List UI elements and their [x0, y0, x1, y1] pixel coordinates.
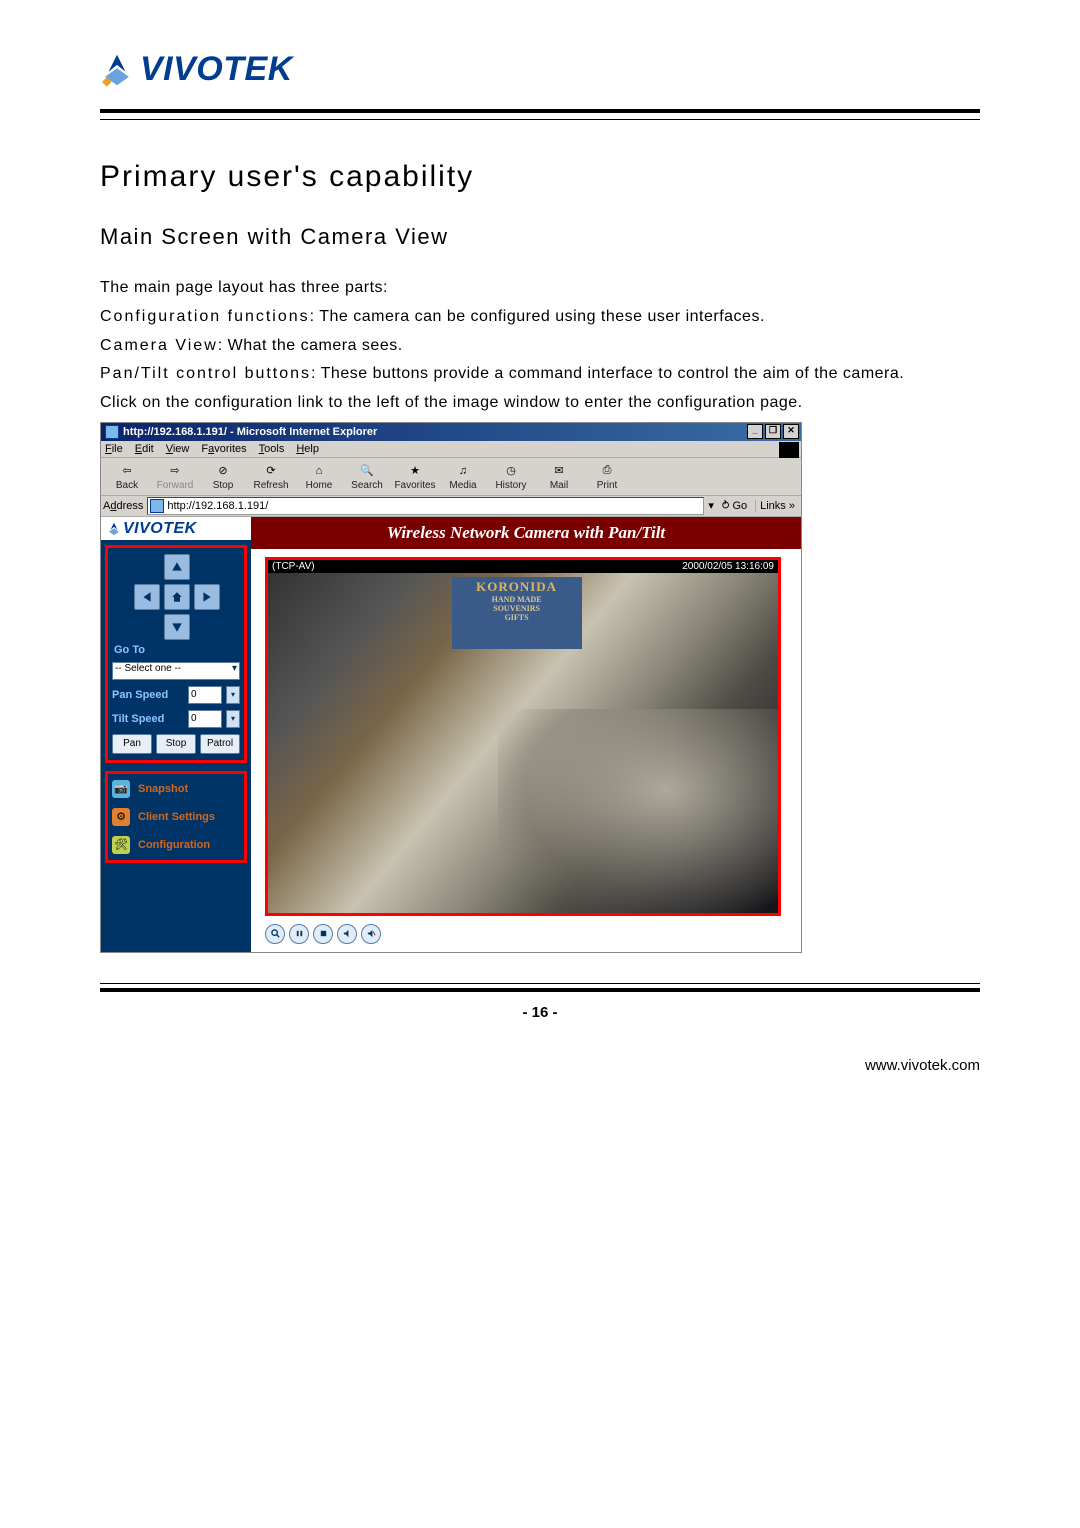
goto-label: Go To [112, 644, 145, 656]
address-bar: Address http://192.168.1.191/ ▾ ⥁ Go Lin… [101, 496, 801, 517]
address-input[interactable]: http://192.168.1.191/ [147, 497, 704, 515]
gear-icon: ⚙ [112, 808, 130, 826]
page-heading: Primary user's capability [100, 160, 980, 194]
patrol-button[interactable]: Patrol [200, 734, 240, 754]
favorites-button[interactable]: ★Favorites [393, 460, 437, 493]
video-protocol: (TCP-AV) [272, 561, 315, 572]
paragraph: The main page layout has three parts: [100, 274, 980, 303]
divider [100, 983, 980, 984]
ie-throbber-icon [779, 442, 799, 458]
chevron-down-icon[interactable]: ▾ [226, 686, 240, 704]
browser-screenshot: http://192.168.1.191/ - Microsoft Intern… [100, 422, 802, 953]
home-position-button[interactable] [164, 584, 190, 610]
divider [100, 988, 980, 992]
divider [100, 119, 980, 120]
paragraph: Configuration functions: The camera can … [100, 303, 980, 332]
pan-right-button[interactable] [194, 584, 220, 610]
pause-icon[interactable] [289, 924, 309, 944]
camera-sidebar: VIVOTEK Go To [101, 517, 251, 952]
back-button[interactable]: ⇦Back [105, 460, 149, 493]
refresh-button[interactable]: ⟳Refresh [249, 460, 293, 493]
camera-page-title: Wireless Network Camera with Pan/Tilt [251, 517, 801, 549]
menu-help[interactable]: Help [296, 443, 319, 455]
menu-favorites[interactable]: Favorites [201, 443, 246, 455]
menu-bar: File Edit View Favorites Tools Help [101, 441, 801, 458]
tilt-up-button[interactable] [164, 554, 190, 580]
mail-button[interactable]: ✉Mail [537, 460, 581, 493]
paragraph: Camera View: What the camera sees. [100, 332, 980, 361]
address-url: http://192.168.1.191/ [167, 500, 268, 512]
pan-speed-label: Pan Speed [112, 689, 184, 701]
brand-text: VIVOTEK [140, 50, 293, 89]
address-label: Address [103, 500, 143, 512]
volume-icon[interactable] [337, 924, 357, 944]
media-button[interactable]: ♫Media [441, 460, 485, 493]
address-dropdown-icon[interactable]: ▾ [708, 499, 714, 512]
config-links-panel: 📷 Snapshot ⚙ Client Settings 🛠 Configura… [105, 771, 247, 863]
forward-button[interactable]: ⇨Forward [153, 460, 197, 493]
toolbar: ⇦Back ⇨Forward ⊘Stop ⟳Refresh ⌂Home 🔍Sea… [101, 458, 801, 496]
paragraph: Pan/Tilt control buttons: These buttons … [100, 360, 980, 389]
client-settings-link[interactable]: ⚙ Client Settings [112, 808, 240, 826]
ie-icon [105, 425, 119, 439]
paragraph: Click on the configuration link to the l… [100, 389, 980, 418]
page-number: - 16 - [100, 1004, 980, 1021]
tilt-down-button[interactable] [164, 614, 190, 640]
links-button[interactable]: Links » [755, 500, 799, 512]
minimize-button[interactable]: _ [747, 424, 763, 439]
stop-button[interactable]: Stop [156, 734, 196, 754]
vivotek-logo-icon [100, 53, 134, 87]
pan-speed-value[interactable]: 0 [188, 686, 222, 704]
pan-button[interactable]: Pan [112, 734, 152, 754]
close-button[interactable]: ✕ [783, 424, 799, 439]
menu-tools[interactable]: Tools [259, 443, 285, 455]
menu-edit[interactable]: Edit [135, 443, 154, 455]
page-icon [150, 499, 164, 513]
player-controls [251, 920, 801, 952]
menu-view[interactable]: View [166, 443, 190, 455]
search-button[interactable]: 🔍Search [345, 460, 389, 493]
tools-icon: 🛠 [112, 836, 130, 854]
go-button[interactable]: ⥁ Go [718, 499, 751, 512]
home-button[interactable]: ⌂Home [297, 460, 341, 493]
maximize-button[interactable]: ❐ [765, 424, 781, 439]
mute-icon[interactable] [361, 924, 381, 944]
stop-icon[interactable] [313, 924, 333, 944]
tilt-speed-label: Tilt Speed [112, 713, 184, 725]
brand-logo: VIVOTEK [100, 50, 980, 89]
window-titlebar: http://192.168.1.191/ - Microsoft Intern… [101, 423, 801, 441]
zoom-icon[interactable] [265, 924, 285, 944]
chevron-down-icon: ▾ [232, 663, 237, 674]
history-button[interactable]: ◷History [489, 460, 533, 493]
pan-tilt-panel: Go To -- Select one -- ▾ Pan Speed 0 ▾ T… [105, 545, 247, 763]
stop-button[interactable]: ⊘Stop [201, 460, 245, 493]
configuration-link[interactable]: 🛠 Configuration [112, 836, 240, 854]
menu-file[interactable]: File [105, 443, 123, 455]
camera-icon: 📷 [112, 780, 130, 798]
tilt-speed-value[interactable]: 0 [188, 710, 222, 728]
snapshot-link[interactable]: 📷 Snapshot [112, 780, 240, 798]
video-panel: (TCP-AV) 2000/02/05 13:16:09 KORONIDA HA… [265, 557, 781, 916]
vivotek-logo-icon [107, 522, 121, 536]
camera-main-view: Wireless Network Camera with Pan/Tilt (T… [251, 517, 801, 952]
shop-sign: KORONIDA HAND MADE SOUVENIRS GIFTS [452, 577, 582, 649]
sidebar-logo: VIVOTEK [101, 517, 251, 541]
window-title: http://192.168.1.191/ - Microsoft Intern… [123, 423, 745, 441]
body-text: The main page layout has three parts: Co… [100, 274, 980, 418]
pan-left-button[interactable] [134, 584, 160, 610]
divider [100, 109, 980, 113]
goto-select[interactable]: -- Select one -- ▾ [112, 662, 240, 680]
chevron-down-icon[interactable]: ▾ [226, 710, 240, 728]
site-url: www.vivotek.com [100, 1057, 980, 1074]
video-timestamp: 2000/02/05 13:16:09 [682, 561, 774, 572]
video-stream[interactable]: KORONIDA HAND MADE SOUVENIRS GIFTS [268, 573, 778, 913]
section-heading: Main Screen with Camera View [100, 224, 980, 250]
print-button[interactable]: ⎙Print [585, 460, 629, 493]
